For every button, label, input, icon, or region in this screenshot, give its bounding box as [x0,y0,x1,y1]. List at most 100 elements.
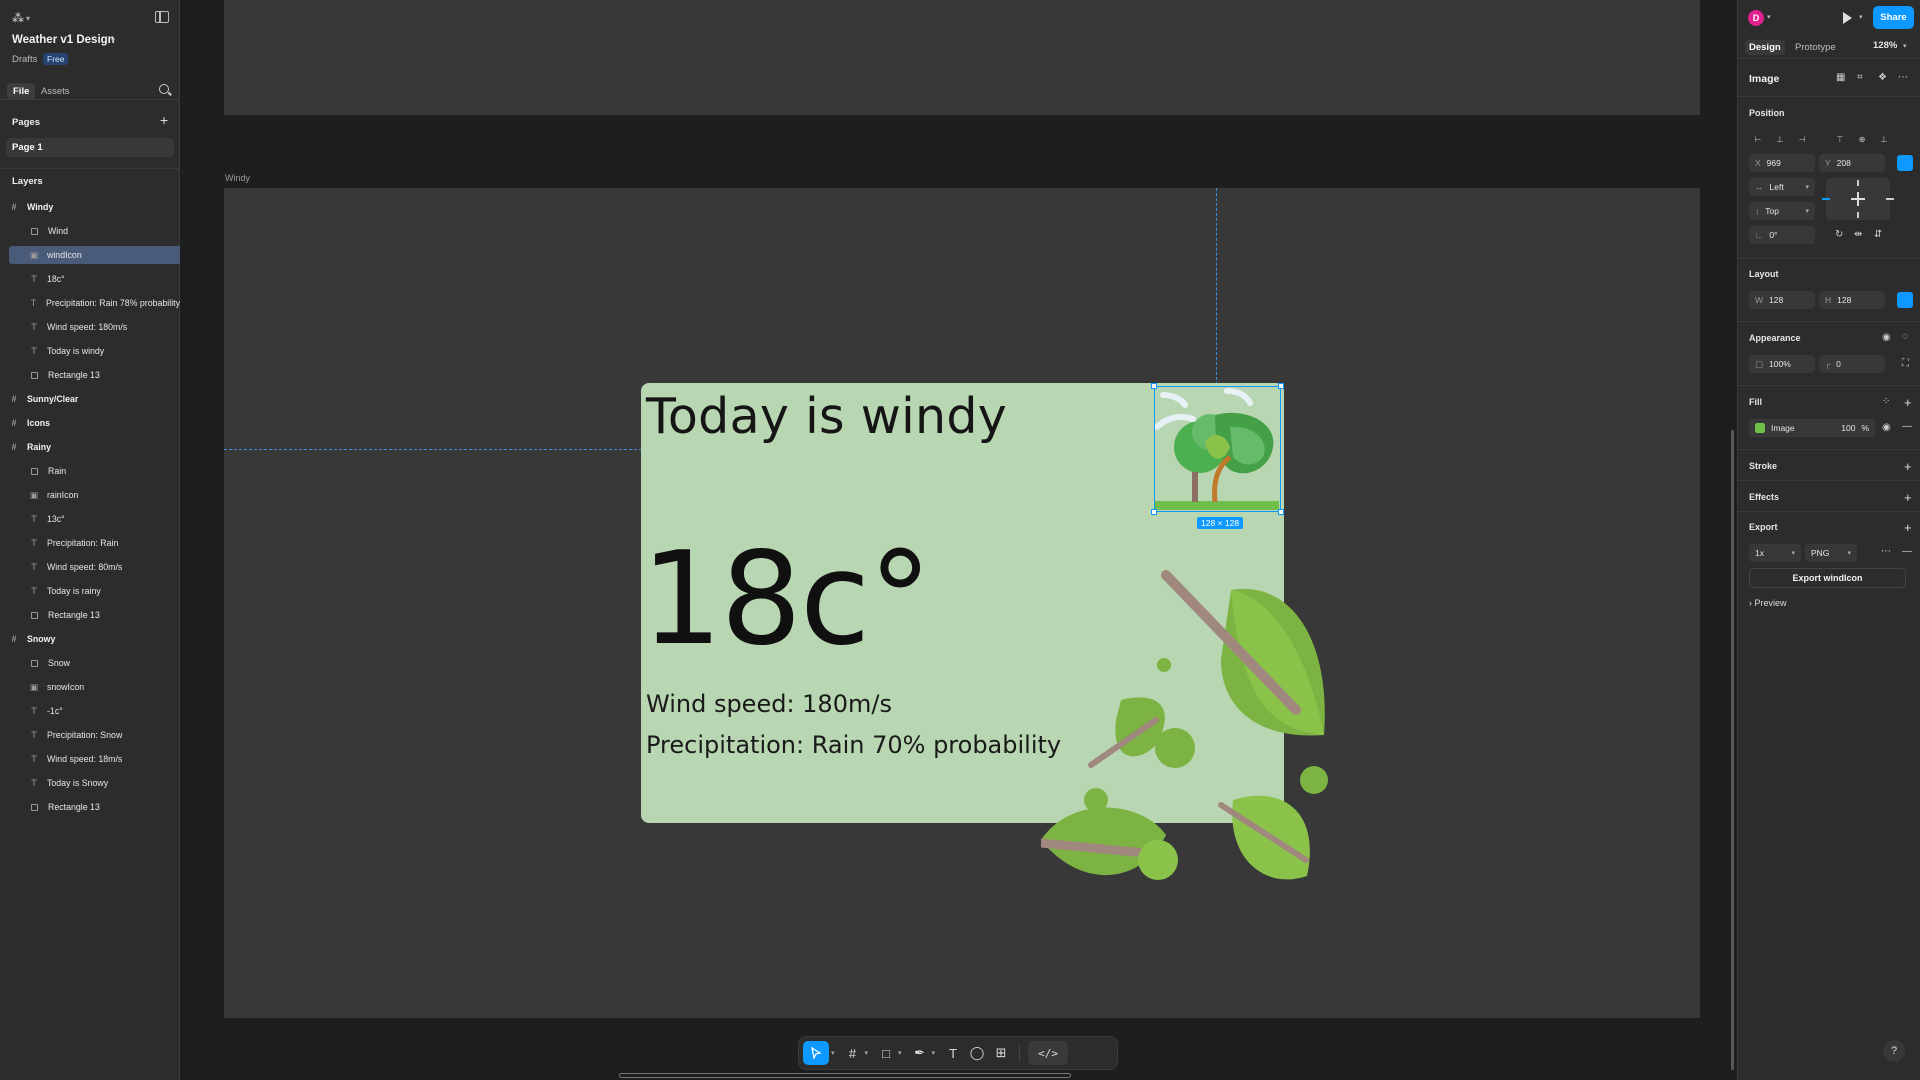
constraint-center-v[interactable] [1857,192,1859,206]
frame-above[interactable] [224,0,1700,115]
export-settings-icon[interactable]: ⋯ [1881,546,1891,557]
wind-leaves-illustration[interactable] [1041,560,1341,910]
resize-handle-sw[interactable] [1151,509,1157,515]
sidebar-toggle-icon[interactable] [155,11,169,23]
layer-item[interactable]: Rectangle 13 [9,606,180,624]
tab-design[interactable]: Design [1745,40,1785,55]
layer-item[interactable]: T Wind speed: 180m/s [9,318,180,336]
chevron-down-icon[interactable]: ▾ [831,1049,835,1057]
chevron-down-icon[interactable]: ▾ [932,1049,936,1057]
pen-tool-button[interactable]: ✒ [910,1041,930,1065]
card-temperature[interactable]: 18c° [641,536,932,664]
chevron-down-icon[interactable]: ▾ [898,1049,902,1057]
blend-mode-icon[interactable]: ◌ [1902,331,1908,342]
horizontal-scrollbar[interactable] [619,1073,1071,1078]
x-field[interactable]: X 969 [1749,154,1815,172]
resize-handle-nw[interactable] [1151,383,1157,389]
frame-label-windy[interactable]: Windy [225,173,250,183]
help-button[interactable]: ? [1883,1040,1905,1062]
file-menu-chevron-icon[interactable]: ▾ [111,36,115,45]
wind-icon-selection[interactable] [1151,383,1284,515]
tab-file[interactable]: File [7,83,36,100]
constraints-toggle-icon[interactable] [1897,155,1913,171]
share-button[interactable]: Share [1873,6,1914,29]
layer-group[interactable]: # Snowy [9,630,180,648]
page-item-1[interactable]: Page 1 [6,138,174,157]
layer-item[interactable]: T Precipitation: Rain 78% probability [9,294,180,312]
file-name[interactable]: Weather v1 Design [12,34,115,46]
layer-item[interactable]: T Today is windy [9,342,180,360]
eye-icon[interactable]: ◉ [1882,332,1891,343]
constraint-left-indicator[interactable] [1822,198,1830,200]
height-field[interactable]: H 128 [1819,291,1885,309]
rotation-field[interactable]: ∟ 0° [1749,226,1815,244]
flip-horizontal-icon[interactable]: ⇹ [1854,229,1862,240]
layer-group[interactable]: # Rainy [9,438,180,456]
tab-assets[interactable]: Assets [35,83,76,100]
export-format-select[interactable]: PNG ▾ [1805,544,1857,562]
resize-handle-se[interactable] [1278,509,1284,515]
card-precipitation[interactable]: Precipitation: Rain 70% probability [646,731,1061,759]
chevron-down-icon[interactable]: ▾ [865,1049,869,1057]
card-heading[interactable]: Today is windy [646,388,1007,445]
add-page-icon[interactable]: + [160,113,168,127]
constraint-top-indicator[interactable] [1857,180,1859,186]
vertical-scrollbar[interactable] [1731,430,1734,1070]
zoom-level[interactable]: 128% [1873,40,1897,51]
layer-item[interactable]: T Precipitation: Snow [9,726,180,744]
layer-item[interactable]: Rectangle 13 [9,366,180,384]
y-field[interactable]: Y 208 [1819,154,1885,172]
fill-row[interactable]: Image 100 % [1749,419,1875,437]
independent-corners-icon[interactable]: ⛶ [1902,358,1909,369]
layer-item[interactable]: ▣ rainIcon [9,486,180,504]
component-icon[interactable]: ❖ [1878,72,1887,83]
file-location[interactable]: Drafts [12,54,37,65]
remove-fill-icon[interactable]: — [1902,421,1912,432]
vertical-constraint-select[interactable]: ↕ Top ▾ [1749,202,1815,220]
main-menu-button[interactable]: ⁂ ▾ [12,10,36,26]
width-field[interactable]: W 128 [1749,291,1815,309]
corner-radius-field[interactable]: ╭ 0 [1819,355,1885,373]
move-tool-button[interactable] [803,1041,829,1065]
canvas[interactable]: Windy Today is windy 18c° Wind speed: 18… [181,0,1736,1080]
card-wind-speed[interactable]: Wind speed: 180m/s [646,690,892,718]
avatar[interactable]: D [1748,10,1764,26]
eye-icon[interactable]: ◉ [1882,422,1891,433]
comment-tool-button[interactable]: ◯ [967,1041,987,1065]
export-scale-select[interactable]: 1x ▾ [1749,544,1801,562]
styles-grid-icon[interactable]: ⁘ [1882,396,1890,407]
more-icon[interactable]: ⋯ [1898,72,1908,83]
tab-prototype[interactable]: Prototype [1791,40,1840,55]
layer-item[interactable]: T Wind speed: 18m/s [9,750,180,768]
flip-vertical-icon[interactable]: ⇵ [1874,229,1882,240]
layer-item[interactable]: Rectangle 13 [9,798,180,816]
layer-item[interactable]: T Wind speed: 80m/s [9,558,180,576]
layer-item[interactable]: T -1c° [9,702,180,720]
constraints-widget[interactable] [1822,178,1894,220]
horizontal-constraint-select[interactable]: ↔ Left ▾ [1749,178,1815,196]
opacity-field[interactable]: ▢ 100% [1749,355,1815,373]
crop-icon[interactable]: ⌗ [1857,72,1863,83]
align-top-icon[interactable]: ⊤ [1831,131,1849,147]
constrain-proportions-icon[interactable] [1897,292,1913,308]
search-icon[interactable] [159,84,169,94]
shape-tool-button[interactable]: □ [876,1041,896,1065]
layer-group[interactable]: # Sunny/Clear [9,390,180,408]
layer-group[interactable]: # Icons [9,414,180,432]
layer-item[interactable]: T Today is Snowy [9,774,180,792]
text-tool-button[interactable]: T [943,1041,963,1065]
align-bottom-icon[interactable]: ⊥ [1875,131,1893,147]
align-right-icon[interactable]: ⊣ [1793,131,1811,147]
add-effect-icon[interactable]: + [1904,491,1912,504]
align-center-h-icon[interactable]: ⊥ [1771,131,1789,147]
dev-mode-button[interactable]: </> [1028,1041,1069,1065]
constraint-right-indicator[interactable] [1886,198,1894,200]
layer-item[interactable]: Snow [9,654,180,672]
align-middle-icon[interactable]: ⊕ [1853,131,1871,147]
chevron-down-icon[interactable]: ▾ [1767,13,1771,21]
actions-button[interactable]: ⊞ [991,1041,1011,1065]
export-button[interactable]: Export windIcon [1749,568,1906,588]
add-fill-icon[interactable]: + [1904,396,1912,409]
remove-export-icon[interactable]: — [1902,546,1912,557]
add-stroke-icon[interactable]: + [1904,460,1912,473]
